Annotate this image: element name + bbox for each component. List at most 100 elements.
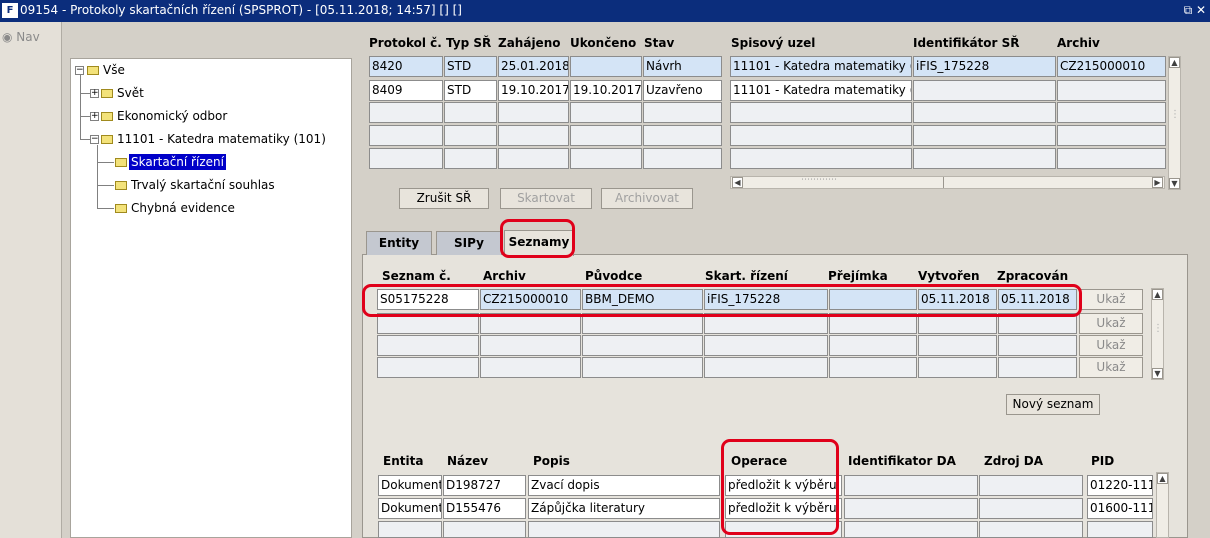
lists-cell[interactable] [704, 335, 828, 356]
nav-button[interactable]: ◉ Nav [2, 30, 40, 44]
lists-cell[interactable] [377, 335, 479, 356]
lists-cell[interactable] [480, 335, 581, 356]
protocols-cell[interactable]: 19.10.2017 [498, 80, 569, 101]
protocols-vertical-scrollbar[interactable]: ▲ ⋮ ▼ [1168, 56, 1181, 190]
lists-cell[interactable] [998, 335, 1077, 356]
lists-cell[interactable] [998, 357, 1077, 378]
tree-item-economic-dept[interactable]: Ekonomický odbor [115, 108, 229, 124]
scroll-down-icon[interactable]: ▼ [1152, 368, 1163, 379]
entities-cell[interactable] [979, 498, 1083, 519]
protocols-cell[interactable] [913, 80, 1056, 101]
protocols-cell[interactable] [498, 102, 569, 123]
tree-item-faulty-records[interactable]: Chybná evidence [129, 200, 237, 216]
protocols-cell[interactable]: 11101 - Katedra matematiky (1 [730, 80, 912, 101]
lists-vertical-scrollbar[interactable]: ▲ ⋮ ▼ [1151, 288, 1164, 380]
protocols-cell[interactable]: 8409 [369, 80, 443, 101]
protocols-cell[interactable] [1057, 80, 1166, 101]
tab-entities[interactable]: Entity [366, 231, 432, 255]
protocols-cell[interactable] [444, 125, 497, 146]
lists-cell[interactable] [377, 357, 479, 378]
tree-item-shredding-procedure[interactable]: Skartační řízení [129, 154, 226, 170]
protocols-cell[interactable] [913, 125, 1056, 146]
lists-cell[interactable] [582, 357, 703, 378]
protocols-cell[interactable] [498, 148, 569, 169]
entities-cell[interactable] [528, 521, 720, 538]
protocols-cell[interactable] [730, 102, 912, 123]
entities-cell[interactable] [378, 521, 442, 538]
entities-cell[interactable]: 01600-111 [1087, 498, 1153, 519]
protocols-cell[interactable] [1057, 125, 1166, 146]
protocols-cell[interactable]: STD [444, 56, 497, 77]
show-button[interactable]: Ukaž [1079, 335, 1143, 356]
tab-sips[interactable]: SIPy [436, 231, 502, 255]
expand-icon[interactable]: + [90, 89, 99, 98]
protocols-cell[interactable]: 11101 - Katedra matematiky (1 [730, 56, 912, 77]
entities-cell[interactable]: 01220-111 [1087, 475, 1153, 496]
protocols-cell[interactable] [444, 102, 497, 123]
cancel-procedure-button[interactable]: Zrušit SŘ [399, 188, 489, 209]
protocols-cell[interactable] [369, 102, 443, 123]
protocols-cell[interactable] [1057, 148, 1166, 169]
protocols-cell[interactable] [498, 125, 569, 146]
protocols-cell[interactable] [570, 148, 642, 169]
protocols-cell[interactable] [730, 148, 912, 169]
lists-cell[interactable] [829, 335, 917, 356]
show-button[interactable]: Ukaž [1079, 357, 1143, 378]
entities-cell[interactable] [844, 475, 978, 496]
lists-cell[interactable] [480, 357, 581, 378]
collapse-icon[interactable]: − [90, 135, 99, 144]
protocols-cell[interactable] [369, 148, 443, 169]
entities-cell[interactable] [979, 521, 1083, 538]
scroll-thumb-grip[interactable]: ⋯⋯⋯⋯ [801, 175, 837, 185]
lists-cell[interactable] [918, 357, 997, 378]
window-controls[interactable]: ⧉ ✕ [1184, 3, 1206, 18]
new-list-button[interactable]: Nový seznam [1006, 394, 1100, 415]
protocols-cell[interactable]: iFIS_175228 [913, 56, 1056, 77]
protocols-cell[interactable]: STD [444, 80, 497, 101]
protocols-cell[interactable]: 8420 [369, 56, 443, 77]
entities-cell[interactable] [1087, 521, 1153, 538]
show-button[interactable]: Ukaž [1079, 313, 1143, 334]
scroll-up-icon[interactable]: ▲ [1152, 289, 1163, 300]
protocols-cell[interactable] [643, 102, 722, 123]
scroll-left-icon[interactable]: ◀ [732, 177, 743, 188]
protocols-cell[interactable] [570, 125, 642, 146]
protocols-horizontal-scrollbar[interactable]: ◀ ⋯⋯⋯⋯ ▶ [730, 175, 1165, 189]
expand-icon[interactable]: + [90, 112, 99, 121]
entities-cell[interactable] [443, 521, 526, 538]
protocols-cell[interactable] [369, 125, 443, 146]
scroll-thumb-grip[interactable]: ⋮ [1170, 109, 1180, 120]
entities-cell[interactable]: Zápůjčka literatury [528, 498, 720, 519]
protocols-cell[interactable]: 19.10.2017 [570, 80, 642, 101]
entities-cell[interactable]: Zvací dopis [528, 475, 720, 496]
entities-cell[interactable] [979, 475, 1083, 496]
shred-button[interactable]: Skartovat [500, 188, 592, 209]
lists-cell[interactable] [704, 357, 828, 378]
tree-item-math-dept[interactable]: 11101 - Katedra matematiky (101) [115, 131, 328, 147]
entities-cell[interactable]: D198727 [443, 475, 526, 496]
collapse-icon[interactable]: − [75, 66, 84, 75]
entities-vertical-scrollbar[interactable]: ▲ [1156, 472, 1169, 538]
protocols-cell[interactable] [913, 102, 1056, 123]
tree-item-all[interactable]: Vše [101, 62, 127, 78]
protocols-cell[interactable] [444, 148, 497, 169]
scroll-up-icon[interactable]: ▲ [1157, 473, 1168, 484]
scroll-down-icon[interactable]: ▼ [1169, 178, 1180, 189]
lists-cell[interactable] [829, 357, 917, 378]
show-button[interactable]: Ukaž [1079, 289, 1143, 310]
protocols-cell[interactable] [570, 102, 642, 123]
protocols-cell[interactable] [1057, 102, 1166, 123]
protocols-cell[interactable]: 25.01.2018 [498, 56, 569, 77]
protocols-cell[interactable] [913, 148, 1056, 169]
lists-cell[interactable] [582, 335, 703, 356]
entities-cell[interactable]: Dokument [378, 475, 442, 496]
protocols-cell[interactable] [730, 125, 912, 146]
lists-cell[interactable] [918, 335, 997, 356]
archive-button[interactable]: Archivovat [601, 188, 693, 209]
tree-item-world[interactable]: Svět [115, 85, 146, 101]
scroll-thumb-grip[interactable]: ⋮ [1153, 323, 1163, 334]
scroll-right-icon[interactable]: ▶ [1152, 177, 1163, 188]
entities-cell[interactable]: D155476 [443, 498, 526, 519]
entities-cell[interactable] [844, 498, 978, 519]
protocols-cell[interactable]: Uzavřeno [643, 80, 722, 101]
